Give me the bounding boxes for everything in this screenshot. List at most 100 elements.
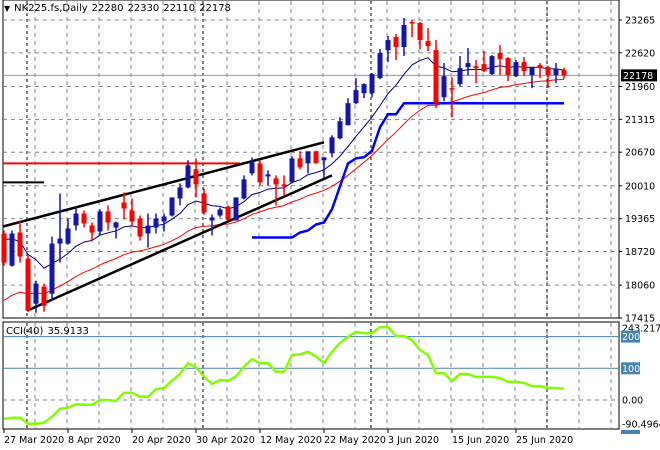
- cci-axis-label: 100: [622, 364, 640, 375]
- candle-body: [201, 193, 207, 213]
- candle-body: [65, 228, 71, 244]
- candle-body: [57, 238, 63, 244]
- candle-body: [153, 218, 159, 228]
- price-tick-label: 21960: [625, 82, 655, 93]
- cci-pane: [2, 321, 620, 430]
- date-label: 8 Apr 2020: [68, 435, 121, 446]
- candle-body: [225, 206, 231, 220]
- high-value: 22330: [127, 3, 160, 14]
- chart-canvas: 23265 22620 21960 21315 20670 20010 19365 18720…: [1, 0, 660, 446]
- triangle-down-icon[interactable]: ▼: [4, 4, 10, 13]
- cci-axis-label: 200: [622, 332, 640, 343]
- candle-body: [137, 218, 143, 237]
- candle: [1, 230, 7, 266]
- price-tick-label: 18720: [625, 247, 655, 258]
- candle: [433, 40, 439, 109]
- candle: [233, 197, 239, 221]
- candle-body: [545, 67, 551, 76]
- candle-body: [113, 222, 119, 228]
- price-tick-label: 20010: [625, 181, 655, 192]
- candle: [489, 55, 495, 76]
- candle-body: [9, 233, 15, 266]
- candle: [377, 49, 383, 80]
- candle-body: [377, 53, 383, 79]
- candle-body: [449, 88, 455, 90]
- cci-header: CCI(40) 35.9133: [6, 326, 89, 337]
- candle-body: [529, 67, 535, 76]
- date-label: 27 Mar 2020: [4, 435, 64, 446]
- date-label: 12 May 2020: [260, 435, 322, 446]
- cci-axis-label: -90.4964: [622, 420, 660, 431]
- cci-name: CCI(40): [6, 326, 44, 337]
- candle-body: [537, 65, 543, 69]
- candle-body: [385, 40, 391, 51]
- candle-body: [409, 21, 415, 24]
- candle: [257, 160, 263, 186]
- open-value: 22280: [91, 3, 124, 14]
- symbol-label: NK225.fs,Daily: [14, 3, 88, 14]
- candle-body: [1, 233, 7, 263]
- candle: [289, 156, 295, 184]
- candle: [97, 209, 103, 235]
- cci-axis-label: 0.00: [622, 396, 643, 407]
- price-tick-label: 19365: [625, 214, 655, 225]
- candle-body: [41, 286, 47, 306]
- candle-body: [73, 213, 79, 226]
- price-tick-label: 21315: [625, 115, 655, 126]
- candle-body: [49, 243, 55, 294]
- candle-body: [281, 184, 287, 187]
- date-label: 20 Apr 2020: [132, 435, 191, 446]
- date-label: 30 Apr 2020: [196, 435, 255, 446]
- candle: [225, 205, 231, 221]
- candle-body: [473, 66, 479, 69]
- candle-body: [465, 63, 471, 68]
- candle-body: [241, 179, 247, 199]
- candle-body: [433, 50, 439, 104]
- candle-body: [273, 178, 279, 185]
- candle-body: [489, 56, 495, 75]
- price-tick-label: 22620: [625, 48, 655, 59]
- low-value: 22110: [163, 3, 196, 14]
- candle-body: [177, 187, 183, 199]
- price-tick-label: 18060: [625, 281, 655, 292]
- candle: [513, 60, 519, 78]
- candle-body: [561, 70, 567, 76]
- date-label: 22 May 2020: [324, 435, 386, 446]
- candle-body: [33, 283, 39, 304]
- close-value: 22178: [199, 3, 231, 14]
- candle-body: [417, 23, 423, 41]
- candle-body: [353, 90, 359, 104]
- date-label: 3 Jun 2020: [388, 435, 439, 446]
- candle-body: [521, 62, 527, 72]
- candle-body: [289, 158, 295, 183]
- price-tick-label: 20670: [625, 148, 655, 159]
- chart-header: ▼ NK225.fs,Daily 22280 22330 22110 22178: [4, 3, 231, 14]
- candle-body: [81, 213, 87, 224]
- candle-body: [425, 41, 431, 47]
- candle-body: [209, 217, 215, 221]
- candle-body: [185, 165, 191, 188]
- candle-body: [249, 162, 255, 174]
- candle: [49, 236, 55, 301]
- candle-body: [17, 232, 23, 257]
- candle-body: [105, 211, 111, 223]
- candle-body: [497, 53, 503, 60]
- candle-body: [457, 68, 463, 85]
- candle-body: [313, 151, 319, 164]
- candle-body: [121, 202, 127, 209]
- candle-body: [329, 137, 335, 154]
- candle-body: [305, 151, 311, 164]
- candle-body: [337, 121, 343, 139]
- price-pane: [2, 0, 620, 319]
- candle-body: [169, 197, 175, 216]
- candle: [313, 150, 319, 164]
- current-price-label: 22178: [623, 71, 653, 82]
- candle-body: [145, 225, 151, 234]
- candle-body: [257, 163, 263, 183]
- candle-body: [233, 197, 239, 221]
- candle: [25, 255, 31, 312]
- candle-body: [441, 76, 447, 98]
- candle-body: [481, 64, 487, 72]
- candle-body: [25, 258, 31, 311]
- candle-body: [321, 157, 327, 161]
